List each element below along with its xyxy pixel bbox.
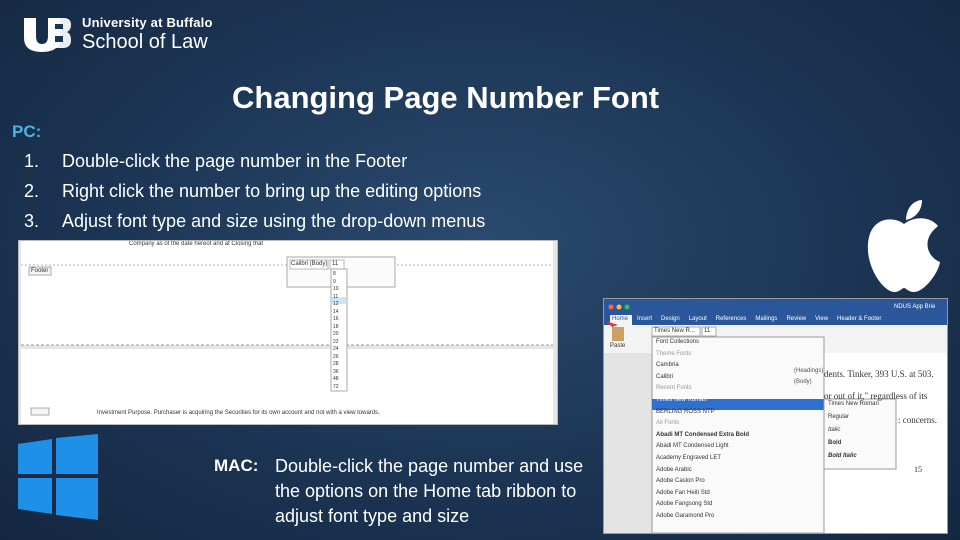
list-item: 3. Adjust font type and size using the dr… <box>24 208 485 238</box>
submenu-item[interactable]: Times New Roman <box>828 401 896 414</box>
tab-home[interactable]: Home <box>612 316 628 322</box>
tab-design[interactable]: Design <box>661 316 680 322</box>
font-menu: Font Collections Theme Fonts Cambria Cal… <box>656 339 822 525</box>
university-name: University at Buffalo <box>82 14 213 30</box>
windows-logo-icon <box>18 434 98 520</box>
menu-item-selected[interactable]: Times New Roman <box>656 397 822 409</box>
menu-item[interactable]: Adobe Arabic <box>656 467 822 479</box>
submenu-item[interactable]: Italic <box>828 427 896 440</box>
tab-layout[interactable]: Layout <box>689 316 707 322</box>
menu-section: All Fonts <box>656 420 680 427</box>
font-name-box[interactable]: Calibri (Body) <box>291 261 327 267</box>
menu-item[interactable]: Adobe Fangsong Std <box>656 501 822 513</box>
submenu-item[interactable]: Regular <box>828 414 896 427</box>
page-number[interactable]: 15 <box>914 465 922 474</box>
doc-line: dents. Tinker, 393 U.S. at 503. <box>824 369 934 379</box>
menu-item[interactable]: Font Collections <box>656 339 822 351</box>
menu-item[interactable]: Abadi MT Condensed Light <box>656 443 822 455</box>
doc-line: or out of it," regardless of its <box>824 391 928 401</box>
tab-mailings[interactable]: Mailings <box>755 316 777 322</box>
tab-header-footer[interactable]: Header & Footer <box>837 316 881 322</box>
apple-logo-icon <box>867 200 940 292</box>
menu-section: Theme Fonts <box>656 350 692 357</box>
mac-label: MAC: <box>214 456 259 475</box>
menu-item[interactable]: Adobe Garamond Pro <box>656 513 822 525</box>
style-submenu: Times New Roman Regular Italic Bold Bold… <box>828 401 896 466</box>
paste-button[interactable]: Paste <box>610 343 625 349</box>
menu-item[interactable]: BERLING ROSS NTP <box>656 409 822 421</box>
slide: University at Buffalo School of Law Chan… <box>0 0 960 540</box>
submenu-item[interactable]: Bold <box>828 440 896 453</box>
step-text: Double-click the page number in the Foot… <box>62 151 408 171</box>
step-text: Right click the number to bring up the e… <box>62 181 482 201</box>
ub-monogram-icon <box>24 18 71 52</box>
list-item: 2. Right click the number to bring up the… <box>24 178 485 208</box>
menu-item[interactable]: Adobe Fan Heiti Std <box>656 490 822 502</box>
submenu-item[interactable]: Bold Italic <box>828 453 896 466</box>
pc-steps-list: 1. Double-click the page number in the Fo… <box>24 148 485 238</box>
tab-view[interactable]: View <box>815 316 828 322</box>
menu-item[interactable]: Abadi MT Condensed Extra Bold <box>656 432 822 444</box>
doc-top-text: Company as of the date hereof and at Clo… <box>129 241 264 247</box>
pc-document-page <box>19 241 557 424</box>
font-name-box[interactable]: Times New R... <box>654 328 695 334</box>
ribbon-tabs: Home Insert Design Layout References Mai… <box>612 316 881 322</box>
tab-review[interactable]: Review <box>786 316 806 322</box>
pc-word-screenshot: Company as of the date hereof and at Clo… <box>18 240 558 425</box>
ub-logo: University at Buffalo School of Law <box>22 14 213 54</box>
font-size-box[interactable]: 11 <box>704 328 710 334</box>
slide-title: Changing Page Number Font <box>232 80 660 115</box>
tab-insert[interactable]: Insert <box>637 316 652 322</box>
doc-bottom-text: Investment Purpose. Purchaser is acquiri… <box>97 410 380 416</box>
window-title: NDUS App Brie <box>894 304 936 310</box>
menu-item[interactable]: Academy Engraved LET <box>656 455 822 467</box>
pc-label: PC: <box>12 122 42 141</box>
menu-section: Recent Fonts <box>656 385 692 392</box>
step-text: Adjust font type and size using the drop… <box>62 211 486 231</box>
doc-line: : concerns. <box>898 415 937 425</box>
menu-item[interactable]: Adobe Caslon Pro <box>656 478 822 490</box>
mac-instructions: Double-click the page number and use the… <box>275 456 584 526</box>
menu-note: (Headings) <box>794 368 824 374</box>
menu-note: (Body) <box>794 379 812 385</box>
tab-references[interactable]: References <box>716 316 747 322</box>
mac-word-screenshot: NDUS App Brie Home Insert Design Layout … <box>603 298 948 534</box>
font-size-box[interactable]: 11 <box>332 261 338 267</box>
school-name: School of Law <box>82 30 208 53</box>
size-dropdown[interactable]: 8 9 10 11 12 14 16 18 20 22 24 26 28 36 … <box>333 271 347 391</box>
list-item: 1. Double-click the page number in the Fo… <box>24 148 485 178</box>
footer-tab: Footer <box>31 268 49 274</box>
